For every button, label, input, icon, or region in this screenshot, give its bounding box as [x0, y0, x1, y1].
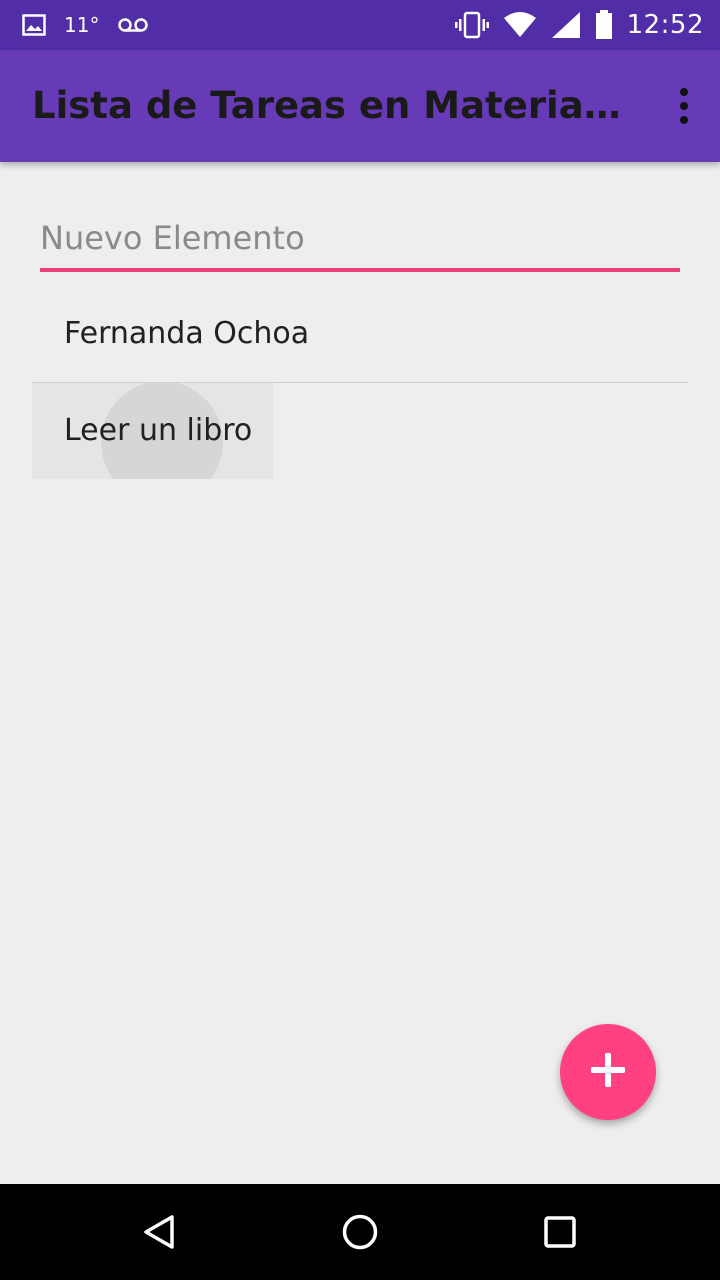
recents-icon[interactable] [536, 1208, 584, 1256]
menu-dot [680, 88, 688, 96]
voicemail-icon [117, 17, 149, 33]
list-item-label: Fernanda Ochoa [64, 316, 310, 351]
new-item-field [40, 208, 680, 272]
menu-dot [680, 116, 688, 124]
app-bar: Lista de Tareas en Material Design [0, 50, 720, 162]
menu-dot [680, 102, 688, 110]
add-item-button[interactable] [560, 1024, 656, 1120]
home-icon[interactable] [336, 1208, 384, 1256]
gallery-icon [22, 14, 46, 36]
signal-icon [551, 11, 581, 39]
list-item[interactable]: Fernanda Ochoa [32, 286, 688, 382]
more-vert-icon[interactable] [668, 76, 700, 136]
vibrate-icon [454, 11, 489, 39]
page-title: Lista de Tareas en Material Design [32, 84, 632, 127]
input-underline [40, 268, 680, 272]
battery-icon [595, 10, 613, 40]
temperature-text: 11° [64, 13, 100, 37]
wifi-icon [503, 12, 537, 38]
list-item-label: Leer un libro [64, 413, 253, 448]
navigation-bar [0, 1184, 720, 1280]
list-item[interactable]: Leer un libro [32, 383, 273, 479]
plus-icon [590, 1052, 626, 1092]
new-item-input[interactable] [40, 208, 680, 268]
status-bar: 11° 12:52 [0, 0, 720, 50]
task-list: Fernanda Ochoa Leer un libro [32, 286, 688, 479]
clock-text: 12:52 [626, 10, 704, 40]
back-icon[interactable] [136, 1208, 184, 1256]
